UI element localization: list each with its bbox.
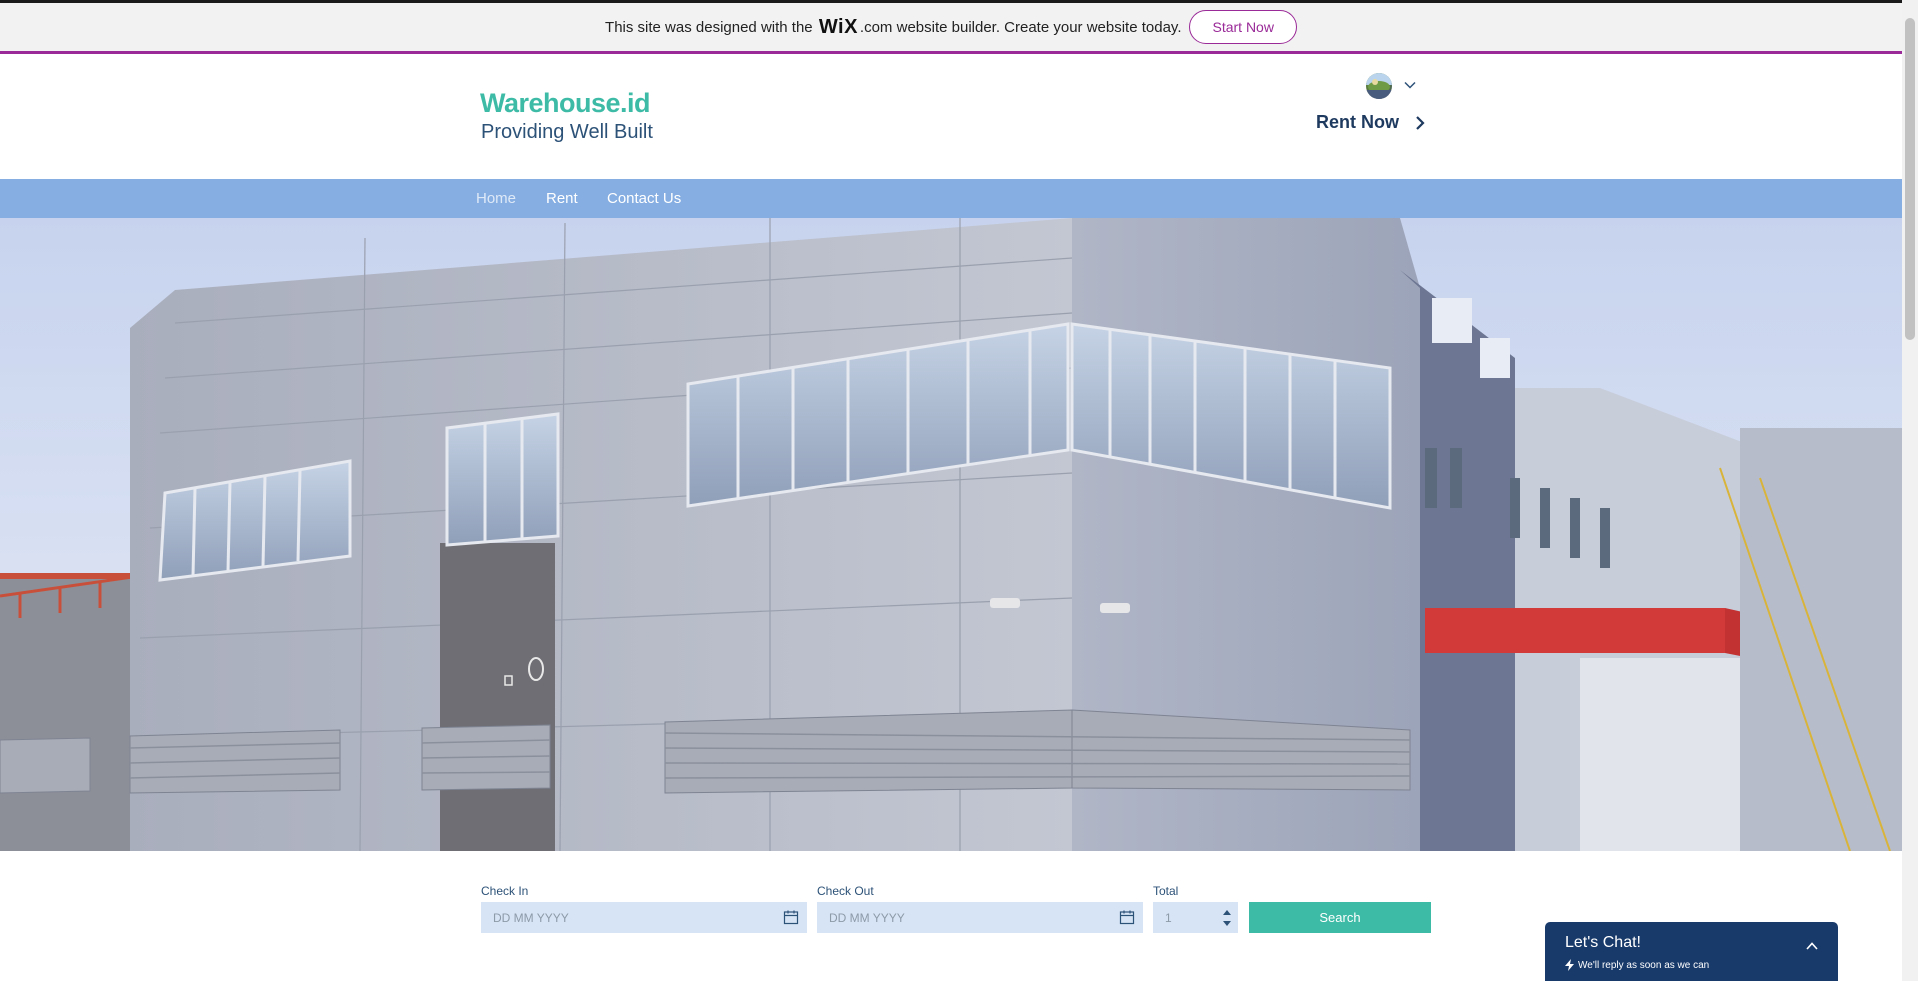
wix-brand: WiX [818, 15, 858, 38]
stepper-arrows-icon[interactable] [1221, 905, 1233, 931]
check-out-field[interactable]: DD MM YYYY [817, 902, 1143, 933]
check-out-label: Check Out [817, 884, 874, 898]
chat-title: Let's Chat! [1565, 934, 1641, 951]
chevron-up-icon[interactable] [1804, 938, 1820, 954]
wix-promo-message: This site was designed with the WiX .com… [605, 16, 1181, 39]
start-now-button[interactable]: Start Now [1189, 10, 1297, 44]
wix-promo-prefix: This site was designed with the [605, 18, 817, 36]
main-nav: Home Rent Contact Us [0, 179, 1902, 218]
total-stepper[interactable]: 1 [1153, 902, 1238, 933]
chevron-down-icon[interactable] [1403, 78, 1417, 92]
nav-item-home[interactable]: Home [476, 190, 516, 207]
nav-item-rent[interactable]: Rent [546, 190, 578, 207]
check-in-field[interactable]: DD MM YYYY [481, 902, 807, 933]
warehouse-building-illustration [0, 218, 1902, 851]
chevron-right-icon [1416, 115, 1425, 130]
site-tagline: Providing Well Built [481, 121, 653, 143]
avatar[interactable] [1366, 73, 1392, 99]
wix-promo-banner: This site was designed with the WiX .com… [0, 3, 1902, 54]
check-in-placeholder: DD MM YYYY [493, 910, 569, 925]
rent-now-label: Rent Now [1316, 112, 1399, 132]
page-scrollbar[interactable] [1902, 0, 1918, 981]
wix-promo-suffix: website builder. Create your website tod… [892, 18, 1182, 36]
chat-subtitle: We'll reply as soon as we can [1578, 959, 1710, 971]
total-label: Total [1153, 884, 1179, 898]
total-value: 1 [1165, 910, 1172, 925]
rent-now-button[interactable]: Rent Now [1316, 112, 1425, 133]
lightning-icon [1565, 959, 1574, 971]
search-button[interactable]: Search [1249, 902, 1431, 933]
nav-item-contact-us[interactable]: Contact Us [607, 190, 681, 207]
calendar-icon[interactable] [783, 909, 799, 925]
site-title[interactable]: Warehouse.id [480, 88, 651, 119]
site-header: Warehouse.id Providing Well Built Rent N… [0, 54, 1902, 179]
chat-subtitle-row: We'll reply as soon as we can [1565, 959, 1709, 971]
scrollbar-thumb[interactable] [1905, 18, 1915, 340]
hero-image [0, 218, 1902, 851]
chat-widget[interactable]: Let's Chat! We'll reply as soon as we ca… [1545, 922, 1838, 981]
check-in-label: Check In [481, 884, 529, 898]
wix-brand-suffix: .com [859, 18, 893, 36]
check-out-placeholder: DD MM YYYY [829, 910, 905, 925]
calendar-icon[interactable] [1119, 909, 1135, 925]
